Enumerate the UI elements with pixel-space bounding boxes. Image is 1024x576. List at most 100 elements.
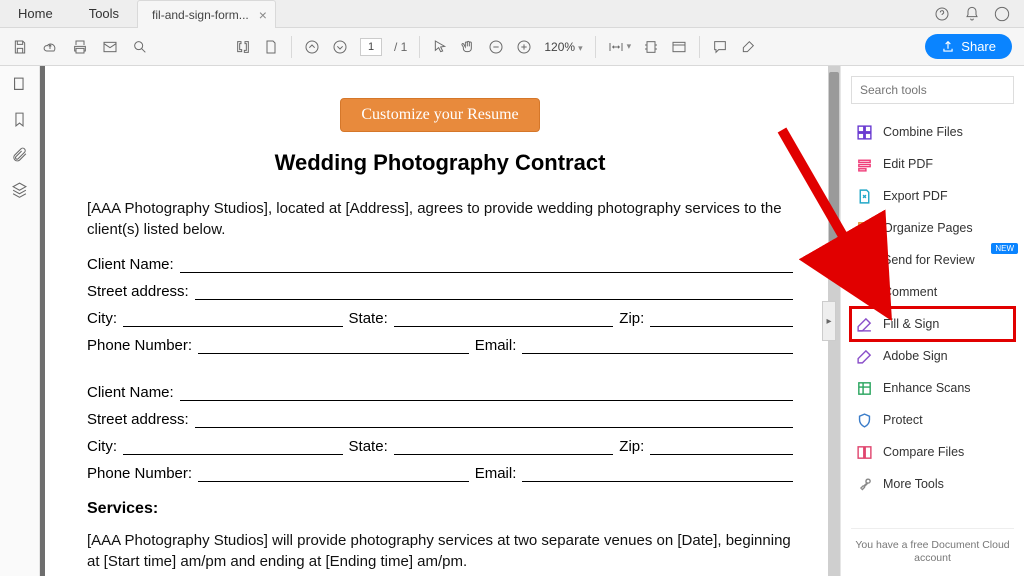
tool-compare-files[interactable]: Compare Files [851,436,1014,468]
zip-label-2: Zip: [619,438,644,455]
tool-comment[interactable]: Comment [851,276,1014,308]
zoom-in-icon[interactable] [516,39,532,55]
bell-icon[interactable] [964,6,980,22]
page-down-icon[interactable] [332,39,348,55]
bookmark-icon[interactable] [11,111,28,128]
tools-list: Combine Files Edit PDF Export PDF Organize … [851,116,1014,500]
field-line[interactable] [650,440,793,455]
page-icon[interactable] [263,39,279,55]
field-line[interactable] [522,339,793,354]
phone-label-2: Phone Number: [87,465,192,482]
tool-label: Combine Files [883,125,963,139]
divider [699,36,700,58]
selection-icon[interactable] [235,39,251,55]
thumbnails-icon[interactable] [11,76,28,93]
field-line[interactable] [394,312,614,327]
tool-more-tools[interactable]: More Tools [851,468,1014,500]
tool-label: Enhance Scans [883,381,971,395]
document-title: Wedding Photography Contract [87,150,793,176]
field-line[interactable] [522,467,793,482]
services-heading: Services: [87,500,793,518]
field-line[interactable] [123,312,343,327]
scrollthumb[interactable] [829,72,839,242]
field-line[interactable] [123,440,343,455]
tool-organize-pages[interactable]: Organize Pages [851,212,1014,244]
pointer-icon[interactable] [432,39,448,55]
collapse-right-panel-button[interactable]: ▸ [822,301,836,341]
street-label: Street address: [87,283,189,300]
tool-fill-sign[interactable]: Fill & Sign [851,308,1014,340]
tool-edit-pdf[interactable]: Edit PDF [851,148,1014,180]
tool-label: Edit PDF [883,157,933,171]
tool-label: More Tools [883,477,944,491]
field-line[interactable] [180,258,793,273]
close-tab-icon[interactable]: × [259,7,267,23]
highlight-icon[interactable] [740,39,756,55]
field-line[interactable] [198,339,469,354]
tool-label: Comment [883,285,937,299]
tool-send-for-review[interactable]: Send for ReviewNEW [851,244,1014,276]
profile-icon[interactable] [994,6,1010,22]
street-label-2: Street address: [87,411,189,428]
tool-export-pdf[interactable]: Export PDF [851,180,1014,212]
field-line[interactable] [650,312,793,327]
tool-icon [855,187,873,205]
phone-label: Phone Number: [87,337,192,354]
tool-protect[interactable]: Protect [851,404,1014,436]
print-icon[interactable] [72,39,88,55]
tool-label: Organize Pages [883,221,973,235]
save-icon[interactable] [12,39,28,55]
help-icon[interactable] [934,6,950,22]
fit-width-icon[interactable]: ▾ [608,39,632,55]
tab-tools[interactable]: Tools [71,0,137,27]
tool-icon [855,475,873,493]
state-label-2: State: [349,438,388,455]
tool-icon [855,347,873,365]
tool-label: Fill & Sign [883,317,939,331]
document-tab-label: fil-and-sign-form... [152,8,249,22]
tool-icon [855,443,873,461]
email-label: Email: [475,337,517,354]
zoom-out-icon[interactable] [488,39,504,55]
mail-icon[interactable] [102,39,118,55]
client-name-label-2: Client Name: [87,384,174,401]
cloud-up-icon[interactable] [42,39,58,55]
tool-icon [855,411,873,429]
services-paragraph: [AAA Photography Studios] will provide p… [87,530,793,572]
tool-icon [855,315,873,333]
field-line[interactable] [180,386,793,401]
page-up-icon[interactable] [304,39,320,55]
search-tools-input[interactable] [851,76,1014,104]
page-number-input[interactable] [360,38,382,56]
tool-icon [855,251,873,269]
fit-page-icon[interactable] [643,39,659,55]
tool-adobe-sign[interactable]: Adobe Sign [851,340,1014,372]
read-mode-icon[interactable] [671,39,687,55]
field-line[interactable] [394,440,614,455]
pdf-page: Customize your Resume Wedding Photograph… [45,66,835,576]
share-button[interactable]: Share [925,34,1012,59]
tool-label: Adobe Sign [883,349,948,363]
customize-resume-button[interactable]: Customize your Resume [340,98,539,132]
new-badge: NEW [991,243,1018,254]
comment-icon[interactable] [712,39,728,55]
zip-label: Zip: [619,310,644,327]
tool-enhance-scans[interactable]: Enhance Scans [851,372,1014,404]
layers-icon[interactable] [11,181,28,198]
main-toolbar: / 1 120%▾ ▾ Share [0,28,1024,66]
tab-home[interactable]: Home [0,0,71,27]
tool-label: Send for Review [883,253,975,267]
attachment-icon[interactable] [11,146,28,163]
document-viewport[interactable]: Customize your Resume Wedding Photograph… [40,66,840,576]
field-line[interactable] [195,413,793,428]
tool-icon [855,379,873,397]
field-line[interactable] [198,467,469,482]
document-tab[interactable]: fil-and-sign-form... × [137,0,276,28]
left-rail [0,66,40,576]
tool-label: Export PDF [883,189,948,203]
hand-icon[interactable] [460,39,476,55]
field-line[interactable] [195,285,793,300]
search-icon[interactable] [132,39,148,55]
tool-combine-files[interactable]: Combine Files [851,116,1014,148]
zoom-value[interactable]: 120%▾ [544,40,582,54]
